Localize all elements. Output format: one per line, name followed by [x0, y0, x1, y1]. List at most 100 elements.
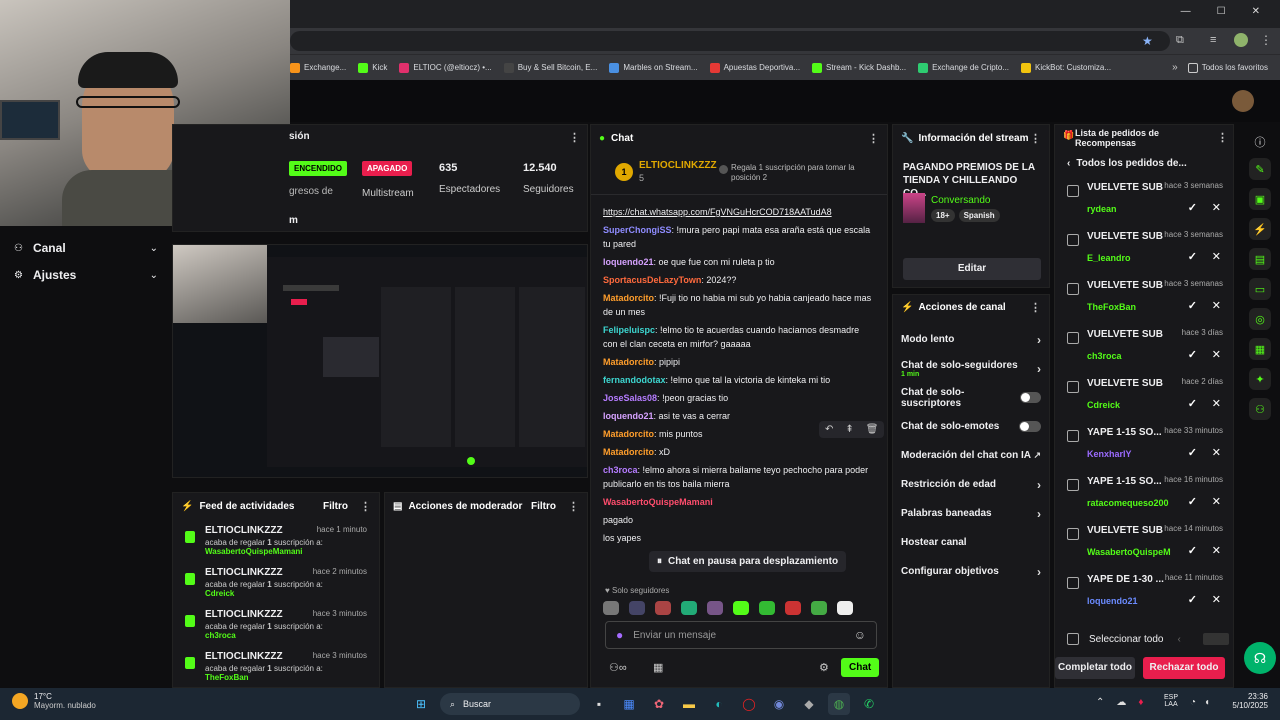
check-icon[interactable]: ✓ [1188, 201, 1197, 214]
close-icon[interactable]: ✕ [1212, 250, 1221, 263]
bookmark-item[interactable]: Exchange... [290, 62, 346, 73]
gear-icon[interactable]: ⚙ [819, 661, 829, 674]
check-icon[interactable]: ✓ [1188, 299, 1197, 312]
chat-input[interactable]: ● Enviar un mensaje ☺ [605, 621, 877, 649]
chevron-left-icon[interactable]: ‹ [1178, 634, 1181, 645]
media-icon[interactable]: ≡ [1210, 34, 1216, 46]
copilot-icon[interactable]: ✿ [648, 693, 670, 715]
chrome-icon[interactable]: ◍ [828, 693, 850, 715]
bookmark-item[interactable]: KickBot: Customiza... [1021, 62, 1111, 73]
task-view-icon[interactable]: ▪ [588, 693, 610, 715]
opera-icon[interactable]: ◯ [738, 693, 760, 715]
pencil-icon[interactable]: ✎ [1249, 158, 1271, 180]
emote-icon[interactable] [603, 601, 619, 615]
bookmark-item[interactable]: ELTIOC (@eltiocz) •... [399, 62, 492, 73]
wrench-icon[interactable]: ✦ [1249, 368, 1271, 390]
toggle-switch[interactable] [1019, 392, 1041, 403]
close-icon[interactable]: ✕ [1212, 495, 1221, 508]
more-icon[interactable]: ⋮ [868, 132, 879, 145]
channel-action-item[interactable]: Hostear canal [893, 528, 1049, 557]
bookmark-item[interactable]: Stream - Kick Dashb... [812, 62, 906, 73]
check-icon[interactable]: ✓ [1188, 544, 1197, 557]
broadcast-icon[interactable]: ◎ [1249, 308, 1271, 330]
feed-filter-button[interactable]: Filtro [323, 501, 348, 512]
chat-username[interactable]: SportacusDeLazyTown [603, 275, 701, 285]
more-icon[interactable]: ⋮ [1217, 131, 1228, 144]
emote-icon[interactable] [837, 601, 853, 615]
camera-icon[interactable]: ▣ [1249, 188, 1271, 210]
close-icon[interactable]: ✕ [1212, 544, 1221, 557]
cloud-icon[interactable]: ☁ [1116, 697, 1126, 708]
folder-icon[interactable]: ▬ [678, 693, 700, 715]
chat-username[interactable]: loquendo21 [603, 257, 654, 267]
more-icon[interactable]: ⋮ [1030, 301, 1041, 314]
emote-icon[interactable] [759, 601, 775, 615]
chat-username[interactable]: Matadorcito [603, 293, 654, 303]
bookmark-item[interactable]: Exchange de Cripto... [918, 62, 1009, 73]
weather-widget[interactable]: 17°C Mayorm. nublado [12, 692, 96, 710]
chat-username[interactable]: Matadorcito [603, 447, 654, 457]
close-icon[interactable]: ✕ [1212, 397, 1221, 410]
mic-icon[interactable]: ● [616, 628, 623, 642]
close-icon[interactable]: ✕ [1212, 348, 1221, 361]
status-on-badge[interactable]: ENCENDIDO [289, 161, 348, 176]
emote-icon[interactable] [629, 601, 645, 615]
chat-username[interactable]: ch3roca [603, 465, 638, 475]
reward-checkbox[interactable] [1067, 234, 1079, 246]
reward-checkbox[interactable] [1067, 577, 1079, 589]
chevron-right-icon[interactable]: » [1172, 62, 1178, 73]
close-button[interactable]: ✕ [1252, 6, 1260, 17]
chat-username[interactable]: Felipeluispc [603, 325, 655, 335]
reward-checkbox[interactable] [1067, 185, 1079, 197]
pager-box[interactable] [1202, 633, 1229, 645]
channel-action-item[interactable]: Chat de solo-suscriptores [893, 383, 1049, 412]
minimize-button[interactable]: — [1181, 6, 1191, 17]
chat-username[interactable]: fernandodotax [603, 375, 666, 385]
reward-checkbox[interactable] [1067, 381, 1079, 393]
search-box[interactable]: ⌕ Buscar [440, 693, 580, 715]
edge-icon[interactable]: ◐ [708, 693, 730, 715]
chat-username[interactable]: Matadorcito [603, 429, 654, 439]
check-icon[interactable]: ✓ [1188, 446, 1197, 459]
channel-action-item[interactable]: Palabras baneadas › [893, 499, 1049, 528]
reward-user[interactable]: rydean [1087, 204, 1177, 214]
check-icon[interactable]: ✓ [1188, 348, 1197, 361]
store-icon[interactable]: ▦ [618, 693, 640, 715]
star-icon[interactable]: ★ [1142, 34, 1153, 48]
emote-icon[interactable] [655, 601, 671, 615]
close-icon[interactable]: ✕ [1212, 201, 1221, 214]
users-icon[interactable]: ⚇ [1249, 398, 1271, 420]
select-all-row[interactable]: Seleccionar todo ‹ [1067, 633, 1229, 645]
reward-user[interactable]: ratacomequeso200 [1087, 498, 1177, 508]
emoji-icon[interactable]: ☺ [854, 628, 866, 642]
chat-icon[interactable]: ▭ [1249, 278, 1271, 300]
clock[interactable]: 23:36 5/10/2025 [1222, 692, 1268, 710]
channel-action-item[interactable]: Restricción de edad › [893, 470, 1049, 499]
reject-all-button[interactable]: Rechazar todo [1143, 657, 1225, 679]
discord-icon[interactable]: ◉ [768, 693, 790, 715]
system-status[interactable]: ◔ ◖ [1190, 697, 1210, 708]
chevron-up-icon[interactable]: ⌃ [1096, 697, 1104, 708]
language-indicator[interactable]: ESP LAA [1164, 694, 1178, 708]
reward-checkbox[interactable] [1067, 479, 1079, 491]
delete-icon[interactable]: 🗑 [866, 424, 879, 435]
menu-icon[interactable]: ⋮ [1260, 33, 1272, 47]
app-icon[interactable]: ◆ [798, 693, 820, 715]
clipboard-icon[interactable]: ▤ [1249, 248, 1271, 270]
windows-start-icon[interactable]: ⊞ [410, 693, 432, 715]
store-icon[interactable]: ▦ [653, 661, 663, 674]
emote-icon[interactable] [785, 601, 801, 615]
channel-action-item[interactable]: Modo lento › [893, 325, 1049, 354]
stream-preview[interactable] [172, 244, 588, 478]
reward-checkbox[interactable] [1067, 430, 1079, 442]
more-icon[interactable]: ⋮ [360, 500, 371, 513]
reward-user[interactable]: WasabertoQuispeM [1087, 547, 1177, 557]
bookmark-item[interactable]: Marbles on Stream... [609, 62, 698, 73]
chat-username[interactable]: JoseSalas08 [603, 393, 657, 403]
chat-username[interactable]: loquendo21 [603, 411, 654, 421]
whatsapp-icon[interactable]: ✆ [858, 693, 880, 715]
more-icon[interactable]: ⋮ [569, 131, 580, 144]
close-icon[interactable]: ✕ [1212, 299, 1221, 312]
extensions-icon[interactable]: ⧉ [1176, 34, 1184, 47]
all-favorites[interactable]: Todos los favoritos [1187, 62, 1268, 73]
